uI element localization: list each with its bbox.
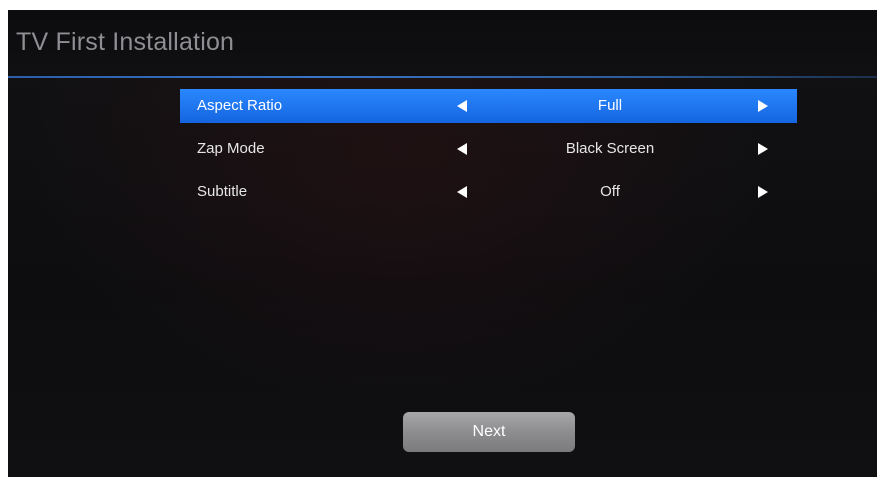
- tv-screen: TV First Installation Aspect Ratio Full …: [8, 10, 877, 477]
- menu-item-value: Black Screen: [565, 140, 655, 157]
- menu-item-subtitle[interactable]: Subtitle Off: [180, 175, 797, 209]
- menu-item-zap-mode[interactable]: Zap Mode Black Screen: [180, 132, 797, 166]
- settings-menu: Aspect Ratio Full Zap Mode Black Screen …: [180, 89, 797, 218]
- next-button[interactable]: Next: [403, 412, 575, 452]
- menu-item-aspect-ratio[interactable]: Aspect Ratio Full: [180, 89, 797, 123]
- menu-item-value: Off: [600, 183, 620, 200]
- menu-item-value: Full: [597, 97, 623, 114]
- menu-item-label: Aspect Ratio: [197, 97, 283, 114]
- arrow-left-icon[interactable]: [457, 186, 467, 198]
- arrow-right-icon[interactable]: [758, 186, 768, 198]
- header-divider: [8, 76, 877, 78]
- arrow-left-icon[interactable]: [457, 100, 467, 112]
- arrow-right-icon[interactable]: [758, 100, 768, 112]
- menu-item-label: Zap Mode: [197, 140, 265, 157]
- header-bar: TV First Installation: [8, 10, 877, 76]
- arrow-left-icon[interactable]: [457, 143, 467, 155]
- menu-item-label: Subtitle: [197, 183, 248, 200]
- page-title: TV First Installation: [16, 28, 235, 56]
- arrow-right-icon[interactable]: [758, 143, 768, 155]
